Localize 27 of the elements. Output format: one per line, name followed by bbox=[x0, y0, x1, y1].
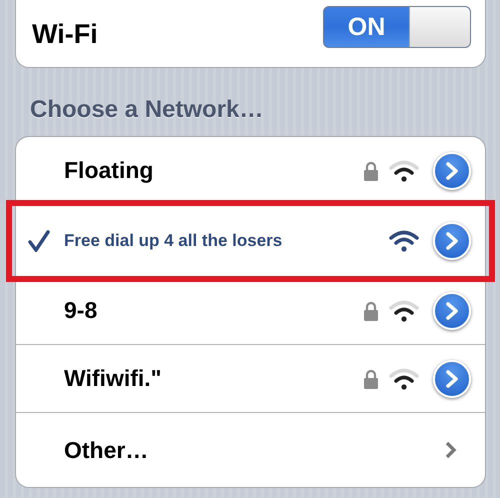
detail-disclosure-button[interactable] bbox=[433, 360, 471, 398]
network-row[interactable]: Floating bbox=[16, 137, 485, 205]
section-header: Choose a Network… bbox=[29, 95, 264, 125]
highlighted-network-row[interactable]: Free dial up 4 all the losers bbox=[11, 205, 490, 277]
network-row[interactable]: 9-8 bbox=[16, 277, 485, 345]
network-name: 9-8 bbox=[64, 297, 98, 324]
wifi-signal-icon bbox=[389, 368, 419, 390]
chevron-icon bbox=[445, 370, 459, 388]
network-name: Wifiwifi." bbox=[64, 365, 163, 392]
network-row[interactable]: Wifiwifi." bbox=[16, 345, 485, 413]
network-name: Free dial up 4 all the losers bbox=[64, 230, 284, 250]
chevron-icon bbox=[445, 162, 459, 180]
network-name: Floating bbox=[64, 157, 154, 184]
detail-disclosure-button[interactable] bbox=[433, 222, 471, 260]
checkmark-icon bbox=[28, 230, 50, 252]
detail-disclosure-button[interactable] bbox=[433, 292, 471, 330]
chevron-icon bbox=[445, 232, 459, 250]
network-name: Other… bbox=[64, 436, 150, 464]
wifi-signal-icon bbox=[389, 230, 419, 252]
detail-disclosure-button[interactable] bbox=[433, 152, 471, 190]
wifi-signal-icon bbox=[389, 300, 419, 322]
chevron-icon bbox=[445, 302, 459, 320]
wifi-signal-icon bbox=[389, 160, 419, 182]
chevron-icon bbox=[445, 441, 457, 459]
network-row[interactable]: Other… bbox=[16, 413, 485, 487]
toggle-switch[interactable]: ON bbox=[323, 6, 471, 48]
wifi-label: Wi-Fi bbox=[32, 18, 98, 50]
